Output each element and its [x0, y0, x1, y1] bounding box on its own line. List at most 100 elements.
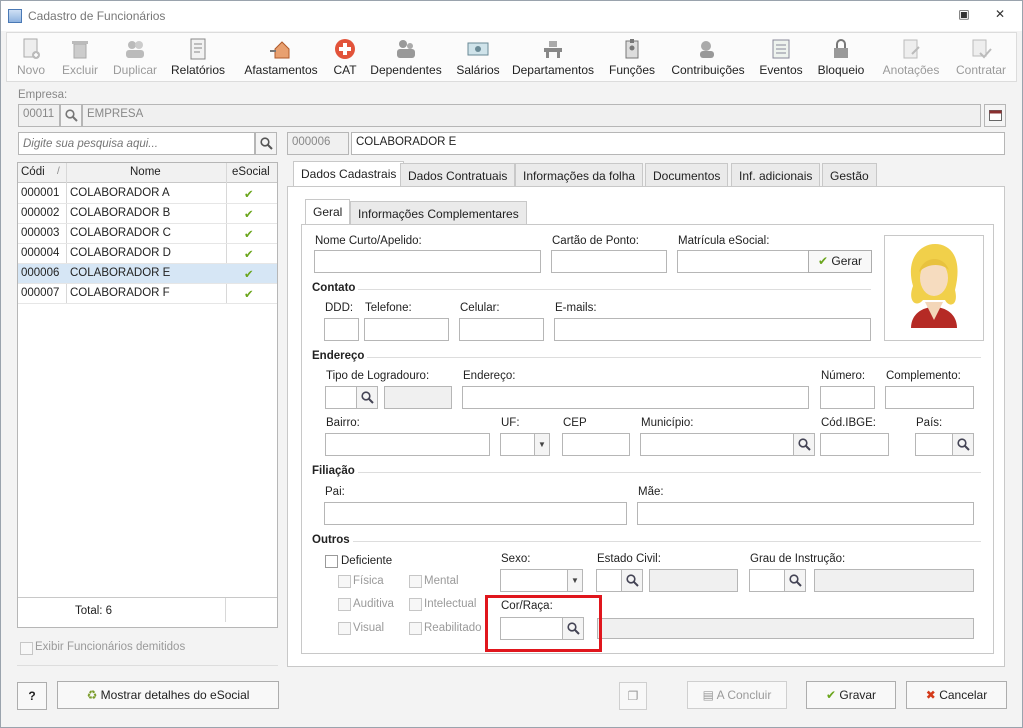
- tab-informacoes-folha[interactable]: Informações da folha: [515, 163, 644, 187]
- novo-button[interactable]: Novo: [11, 35, 51, 81]
- table-row[interactable]: 000007 COLABORADOR F ✔: [18, 284, 277, 304]
- pais-label: País:: [916, 417, 943, 429]
- endereco-field[interactable]: [462, 386, 809, 409]
- cartao-ponto-field[interactable]: [551, 250, 667, 273]
- emails-field[interactable]: [554, 318, 871, 341]
- search-icon: [361, 391, 374, 404]
- uf-select[interactable]: [500, 433, 535, 456]
- attachment-button[interactable]: ❐: [619, 682, 647, 710]
- esocial-details-button[interactable]: ♻ Mostrar detalhes do eSocial: [57, 681, 279, 709]
- pai-field[interactable]: [324, 502, 627, 525]
- empresa-label: Empresa:: [18, 89, 68, 101]
- nome-curto-label: Nome Curto/Apelido:: [315, 235, 422, 247]
- fisica-checkbox[interactable]: [338, 575, 351, 588]
- matricula-field[interactable]: [677, 250, 809, 273]
- house-arrow-icon: [270, 41, 290, 59]
- search-input[interactable]: [18, 132, 255, 155]
- concluir-button[interactable]: ▤ A Concluir: [687, 681, 787, 709]
- numero-field[interactable]: [820, 386, 875, 409]
- tab-gestao[interactable]: Gestão: [822, 163, 877, 187]
- nome-curto-field[interactable]: [314, 250, 541, 273]
- estado-civil-field[interactable]: [596, 569, 622, 592]
- mental-checkbox[interactable]: [409, 575, 422, 588]
- restore-icon[interactable]: ▣: [953, 7, 975, 25]
- tab-inf-adicionais[interactable]: Inf. adicionais: [731, 163, 821, 187]
- pais-field[interactable]: [915, 433, 953, 456]
- esocial-check-icon: ✔: [244, 269, 254, 281]
- table-row[interactable]: 000006 COLABORADOR E ✔: [18, 264, 277, 284]
- grid-header: Códi / Nome eSocial: [18, 163, 277, 183]
- grau-instrucao-field[interactable]: [749, 569, 785, 592]
- help-button[interactable]: ?: [17, 682, 47, 710]
- contratar-button[interactable]: Contratar: [951, 35, 1011, 81]
- municipio-field[interactable]: [640, 433, 794, 456]
- pais-search-button[interactable]: [952, 433, 974, 456]
- funcoes-button[interactable]: Funções: [607, 35, 657, 81]
- table-row[interactable]: 000001 COLABORADOR A ✔: [18, 184, 277, 204]
- estado-civil-search-button[interactable]: [621, 569, 643, 592]
- gerar-button[interactable]: ✔ Gerar: [808, 250, 872, 273]
- employee-grid: Códi / Nome eSocial 000001 COLABORADOR A ✔…: [17, 162, 278, 628]
- deficiente-checkbox[interactable]: [325, 555, 338, 568]
- chevron-down-icon[interactable]: ▼: [534, 433, 550, 456]
- bloqueio-button[interactable]: Bloqueio: [813, 35, 869, 81]
- tipo-logradouro-field[interactable]: [325, 386, 357, 409]
- tipo-logradouro-search-button[interactable]: [356, 386, 378, 409]
- intelectual-checkbox[interactable]: [409, 598, 422, 611]
- table-row[interactable]: 000003 COLABORADOR C ✔: [18, 224, 277, 244]
- reabilitado-checkbox[interactable]: [409, 622, 422, 635]
- chevron-down-icon[interactable]: ▼: [567, 569, 583, 592]
- eventos-button[interactable]: Eventos: [758, 35, 804, 81]
- relatorios-button[interactable]: Relatórios: [168, 35, 228, 81]
- departamentos-button[interactable]: Departamentos: [511, 35, 595, 81]
- filiacao-line: [358, 472, 981, 473]
- bairro-field[interactable]: [325, 433, 490, 456]
- dependentes-button[interactable]: Dependentes: [370, 35, 442, 81]
- cat-button[interactable]: CAT: [329, 35, 361, 81]
- family-icon: [397, 40, 415, 58]
- search-icon: [65, 109, 78, 122]
- tab-dados-cadastrais[interactable]: Dados Cadastrais: [293, 161, 405, 187]
- search-button[interactable]: [255, 132, 277, 155]
- mae-label: Mãe:: [638, 486, 664, 498]
- mae-field[interactable]: [637, 502, 974, 525]
- gravar-button[interactable]: ✔ Gravar: [806, 681, 896, 709]
- cancelar-button[interactable]: ✖ Cancelar: [906, 681, 1007, 709]
- municipio-search-button[interactable]: [793, 433, 815, 456]
- employee-name-field[interactable]: COLABORADOR E: [351, 132, 1005, 155]
- sexo-select[interactable]: [500, 569, 568, 592]
- excluir-button[interactable]: Excluir: [58, 35, 102, 81]
- cod-ibge-field[interactable]: [820, 433, 889, 456]
- table-row[interactable]: 000004 COLABORADOR D ✔: [18, 244, 277, 264]
- col-esocial-header[interactable]: eSocial: [232, 166, 270, 178]
- tab-documentos[interactable]: Documentos: [645, 163, 729, 187]
- cep-field[interactable]: [562, 433, 630, 456]
- tab-informacoes-complementares[interactable]: Informações Complementares: [350, 201, 527, 225]
- col-name-header[interactable]: Nome: [130, 166, 161, 178]
- empresa-window-button[interactable]: [984, 104, 1006, 127]
- printer-icon: ▤: [702, 688, 714, 702]
- tab-geral[interactable]: Geral: [305, 199, 351, 225]
- salarios-button[interactable]: Salários: [453, 35, 503, 81]
- grau-instrucao-search-button[interactable]: [784, 569, 806, 592]
- visual-checkbox[interactable]: [338, 622, 351, 635]
- telefone-field[interactable]: [364, 318, 449, 341]
- photo-frame[interactable]: [884, 235, 984, 341]
- contribuicoes-button[interactable]: Contribuições: [667, 35, 749, 81]
- tab-dados-contratuais[interactable]: Dados Contratuais: [400, 163, 516, 187]
- col-code-header[interactable]: Códi: [21, 166, 45, 178]
- show-dismissed-checkbox[interactable]: [20, 642, 33, 655]
- table-row[interactable]: 000002 COLABORADOR B ✔: [18, 204, 277, 224]
- visual-label: Visual: [353, 622, 385, 634]
- anotacoes-button[interactable]: Anotações: [879, 35, 943, 81]
- afastamentos-button[interactable]: Afastamentos: [239, 35, 323, 81]
- close-icon[interactable]: ✕: [989, 7, 1011, 25]
- complemento-field[interactable]: [885, 386, 974, 409]
- duplicar-button[interactable]: Duplicar: [110, 35, 160, 81]
- empresa-search-button[interactable]: [60, 104, 82, 127]
- auditiva-checkbox[interactable]: [338, 598, 351, 611]
- uf-label: UF:: [501, 417, 520, 429]
- celular-field[interactable]: [459, 318, 544, 341]
- ddd-field[interactable]: [324, 318, 359, 341]
- empresa-code-field[interactable]: 00011: [18, 104, 60, 127]
